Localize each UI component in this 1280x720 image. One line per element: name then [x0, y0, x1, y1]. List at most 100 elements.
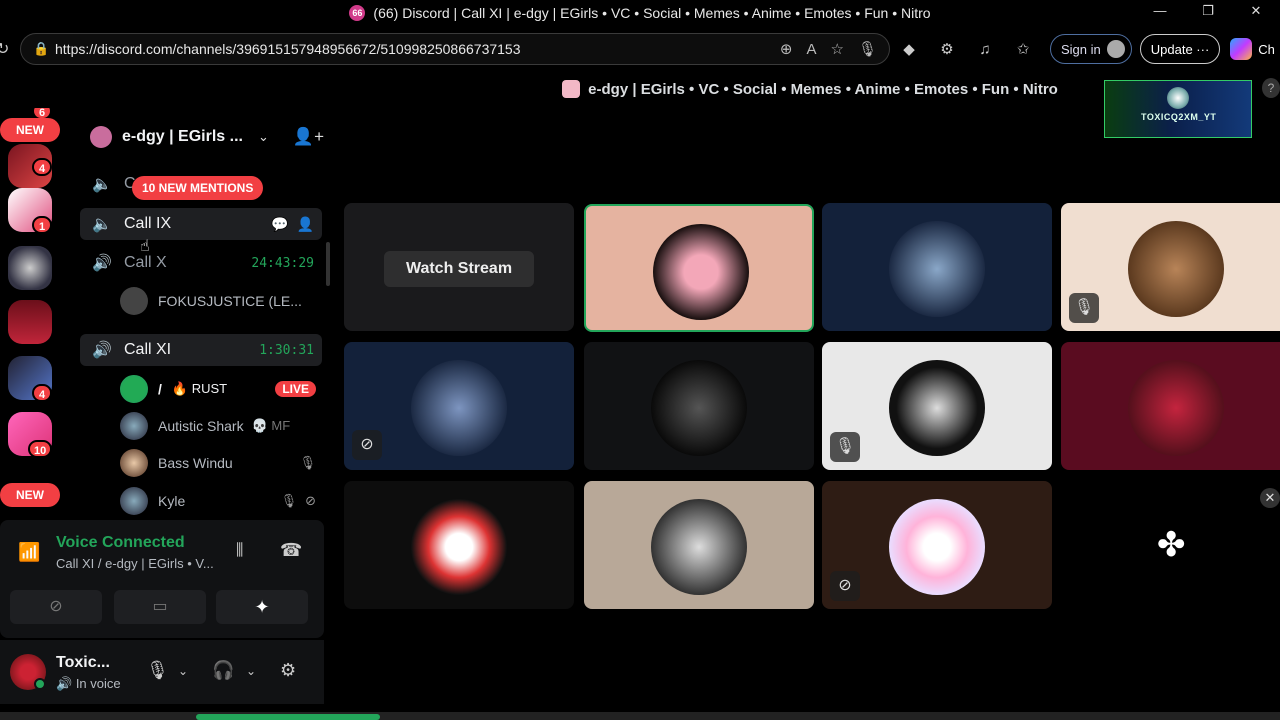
microphone-icon[interactable]: 🎙 — [146, 660, 169, 681]
update-button[interactable]: Update ··· — [1139, 34, 1221, 64]
server-badge: 1 — [32, 216, 52, 234]
microphone-icon[interactable]: 🎙 — [858, 40, 877, 58]
camera-off-button[interactable]: ⊘ — [10, 590, 102, 624]
muted-mic-icon: 🎙 — [299, 455, 316, 470]
participant-tile[interactable]: 🎙 — [822, 342, 1052, 470]
server-header-title: e-dgy | EGirls • VC • Social • Memes • A… — [588, 80, 1058, 98]
copilot-label[interactable]: Ch — [1258, 42, 1275, 57]
participant-tile[interactable] — [584, 481, 814, 609]
voice-connected-title[interactable]: Voice Connected — [56, 534, 185, 552]
participant-tile[interactable]: ⊘ — [344, 342, 574, 470]
avatar — [651, 499, 747, 595]
screen-share-button[interactable]: ▭ — [114, 590, 206, 624]
participant-tile[interactable]: 🎙 — [1061, 203, 1280, 331]
gear-icon[interactable]: ⚙ — [280, 660, 296, 681]
sign-in-label: Sign in — [1061, 41, 1101, 57]
new-mentions-pill[interactable]: 10 NEW MENTIONS — [132, 176, 264, 200]
headphones-icon[interactable]: 🎧 — [212, 660, 234, 681]
guild-name: e-dgy | EGirls ... — [122, 128, 243, 145]
activity-label: 🔥 RUST — [171, 381, 228, 396]
taskbar-strip — [0, 712, 1280, 720]
channel-timer: 24:43:29 — [251, 255, 314, 271]
voice-connected-panel: 📶 Voice Connected Call XI / e-dgy | EGir… — [0, 520, 324, 638]
channel-scrollbar[interactable] — [326, 242, 330, 286]
guild-header[interactable]: e-dgy | EGirls ... ⌄ 👤+ — [72, 122, 334, 152]
read-aloud-icon[interactable]: A — [806, 41, 816, 58]
server-icon-dreads[interactable] — [8, 300, 52, 344]
sign-in-button[interactable]: Sign in — [1050, 34, 1132, 64]
avatar — [411, 499, 507, 595]
favorite-star-icon[interactable]: ☆ — [831, 40, 844, 58]
help-icon[interactable]: ? — [1262, 78, 1280, 98]
speaker-icon: 🔈 — [92, 176, 112, 193]
voice-channel-call-ix[interactable]: 🔈 Call IX 💬 👤 — [80, 208, 322, 240]
address-bar-row: ↻ 🔒 https://discord.com/channels/3969151… — [0, 30, 1280, 68]
channel-panel: e-dgy | EGirls ... ⌄ 👤+ 🔈 C 10 NEW MENTI… — [72, 108, 334, 518]
chevron-down-icon[interactable]: ⌄ — [258, 129, 269, 145]
stream-preview-label: TOXICQ2XM_YT — [1141, 112, 1217, 122]
extensions-puzzle-icon[interactable]: ⚙ — [928, 40, 966, 58]
discord-tab-favicon: 66 — [349, 5, 366, 21]
voice-user-name: Kyle — [158, 493, 186, 509]
participant-tile[interactable]: ⊘ — [822, 481, 1052, 609]
user-status: 🔊 In voice — [56, 676, 121, 692]
participant-tile[interactable] — [1061, 342, 1280, 470]
channel-name: Call IX — [124, 215, 172, 232]
invite-people-icon[interactable]: 👤+ — [293, 127, 324, 147]
activities-button[interactable]: ✦ — [216, 590, 308, 624]
new-unread-pill[interactable]: NEW — [0, 118, 60, 142]
user-extra-label: 💀 MF — [251, 418, 291, 433]
stream-preview-emblem — [1167, 87, 1189, 109]
connection-signal-icon[interactable]: 📶 — [18, 542, 40, 563]
activities-tile[interactable]: ✤ — [1061, 481, 1280, 609]
stream-tile[interactable]: Watch Stream — [344, 203, 574, 331]
voice-user[interactable]: / 🔥 RUST LIVE — [120, 374, 316, 404]
lock-icon[interactable]: 🔒 — [33, 41, 49, 57]
avatar — [889, 221, 985, 317]
favorites-icon[interactable]: ✩ — [1004, 40, 1042, 58]
guild-icon — [90, 126, 112, 148]
extension-diamond-icon[interactable]: ◆ — [890, 40, 928, 58]
online-status-dot — [34, 678, 46, 690]
watch-stream-button[interactable]: Watch Stream — [384, 251, 534, 287]
avatar — [651, 360, 747, 456]
voice-channel-call-xi[interactable]: 🔊 Call XI 1:30:31 — [80, 334, 322, 366]
voice-user[interactable]: Bass Windu 🎙 — [120, 448, 316, 478]
stream-preview-thumbnail[interactable]: TOXICQ2XM_YT — [1104, 80, 1252, 138]
voice-connected-subtitle[interactable]: Call XI / e-dgy | EGirls • V... — [56, 556, 226, 571]
voice-channel-call-x[interactable]: 🔊 Call X 24:43:29 — [80, 247, 322, 279]
new-unread-pill[interactable]: NEW — [0, 483, 60, 507]
voice-user[interactable]: Kyle 🎙 ⊘ — [120, 486, 316, 516]
close-window-icon[interactable]: ✕ — [1232, 0, 1280, 26]
speaker-icon: 🔊 — [92, 342, 112, 359]
disconnect-icon[interactable]: ☎ — [280, 540, 302, 561]
chat-bubble-icon[interactable]: 💬 — [271, 216, 288, 233]
participant-tile-speaking[interactable] — [584, 204, 814, 332]
server-icon-mascot[interactable] — [8, 246, 52, 290]
url-text[interactable]: https://discord.com/channels/39691515794… — [55, 41, 766, 57]
avatar — [120, 487, 148, 515]
participant-tile[interactable] — [344, 481, 574, 609]
invite-icon[interactable]: 👤 — [297, 216, 314, 233]
reload-icon[interactable]: ↻ — [0, 39, 10, 59]
close-icon[interactable]: ✕ — [1260, 488, 1280, 508]
address-bar[interactable]: 🔒 https://discord.com/channels/396915157… — [20, 33, 890, 65]
user-name[interactable]: Toxic... — [56, 654, 110, 672]
voice-user-name: FOKUSJUSTICE (LE... — [158, 293, 302, 309]
window-controls: — ❐ ✕ — [1136, 0, 1280, 26]
minimize-icon[interactable]: — — [1136, 0, 1184, 26]
restore-icon[interactable]: ❐ — [1184, 0, 1232, 26]
avatar — [889, 360, 985, 456]
voice-user[interactable]: FOKUSJUSTICE (LE... — [120, 286, 316, 316]
participant-tile[interactable] — [822, 203, 1052, 331]
noise-suppression-icon[interactable]: ⫼ — [236, 542, 243, 560]
deafened-icon: ⊘ — [352, 430, 382, 460]
chevron-down-icon[interactable]: ⌄ — [246, 664, 256, 678]
voice-user[interactable]: Autistic Shark 💀 MF — [120, 411, 316, 441]
chevron-down-icon[interactable]: ⌄ — [178, 664, 188, 678]
zoom-icon[interactable]: ⊕ — [780, 40, 793, 58]
media-icon[interactable]: ♫ — [966, 41, 1004, 58]
muted-mic-icon: 🎙 — [1069, 293, 1099, 323]
participant-tile[interactable] — [584, 342, 814, 470]
copilot-icon[interactable] — [1230, 38, 1253, 60]
